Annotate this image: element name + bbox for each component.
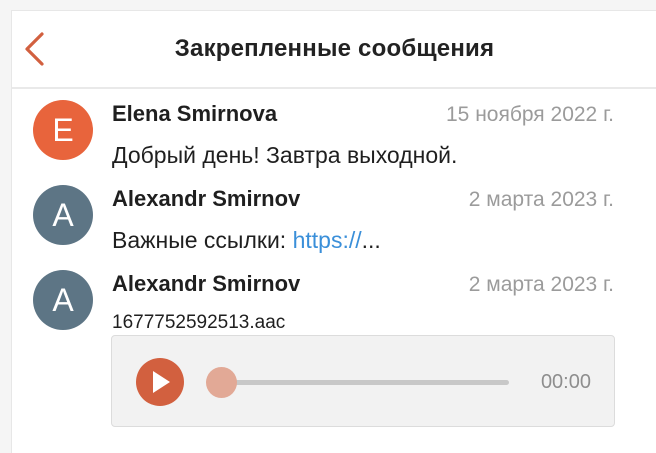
sender-name: Alexandr Smirnov xyxy=(112,271,301,296)
message-link[interactable]: https:// xyxy=(293,227,362,253)
audio-player: 00:00 xyxy=(111,335,615,427)
avatar: A xyxy=(33,270,93,330)
play-icon xyxy=(153,371,170,393)
sender-name: Alexandr Smirnov xyxy=(112,186,301,211)
audio-progress-thumb[interactable] xyxy=(206,367,237,398)
header: Закрепленные сообщения xyxy=(12,11,656,89)
audio-time: 00:00 xyxy=(540,371,591,393)
pinned-messages-screen: Закрепленные сообщения E Elena Smirnova … xyxy=(11,10,656,453)
message-ellipsis: ... xyxy=(361,227,381,253)
avatar: E xyxy=(33,100,93,160)
message-date: 15 ноября 2022 г. xyxy=(446,103,614,126)
page-title: Закрепленные сообщения xyxy=(174,35,495,62)
message-date: 2 марта 2023 г. xyxy=(468,273,614,296)
message-text: Добрый день! Завтра выходной. xyxy=(112,142,458,168)
message-date: 2 марта 2023 г. xyxy=(468,188,614,211)
message-item[interactable]: E Elena Smirnova 15 ноября 2022 г. Добры… xyxy=(12,91,656,175)
message-text: Важные ссылки: https://... xyxy=(112,227,381,254)
audio-progress-track[interactable] xyxy=(219,380,509,385)
avatar: A xyxy=(33,185,93,245)
attachment-filename[interactable]: 1677752592513.aac xyxy=(112,312,285,334)
message-item[interactable]: A Alexandr Smirnov 2 марта 2023 г. Важны… xyxy=(12,176,656,260)
sender-name: Elena Smirnova xyxy=(112,101,278,126)
message-text-prefix: Важные ссылки: xyxy=(112,227,293,253)
play-button[interactable] xyxy=(136,358,184,406)
